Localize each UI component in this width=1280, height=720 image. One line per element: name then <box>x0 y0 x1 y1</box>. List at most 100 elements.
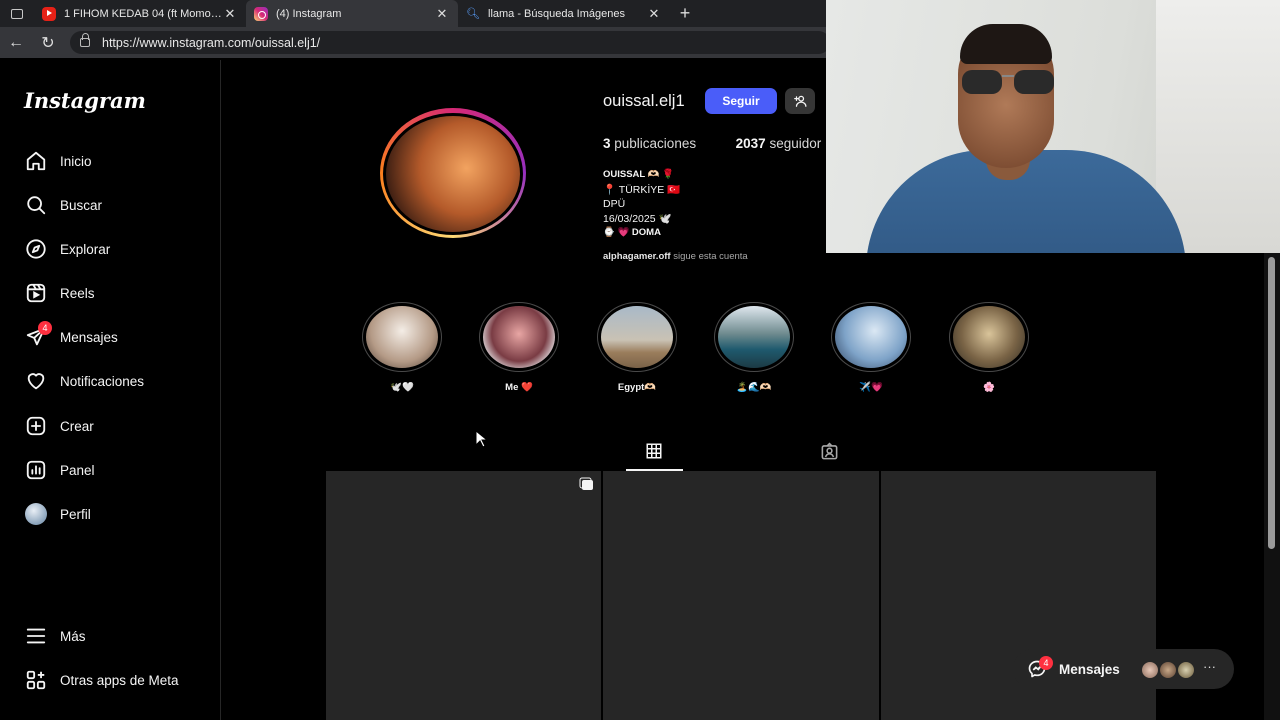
story-highlight[interactable]: 🏝️🌊🫶🏻 <box>714 302 794 393</box>
youtube-icon <box>42 6 56 21</box>
sidebar-item-notificaciones[interactable]: Notificaciones <box>24 365 144 397</box>
plus-square-icon <box>24 414 48 438</box>
avatar <box>1141 661 1159 679</box>
heart-icon <box>24 369 48 393</box>
suggested-users-button[interactable] <box>785 88 815 114</box>
story-highlight[interactable]: Egypt🫶🏻 <box>597 302 677 393</box>
mouse-cursor-icon <box>475 430 487 448</box>
new-tab-button[interactable]: + <box>670 3 700 24</box>
scrollbar-thumb[interactable] <box>1268 257 1275 549</box>
sidebar-item-label: Mensajes <box>60 329 118 345</box>
browser-tab-search[interactable]: 🔍︎ llama - Búsqueda Imágenes ✕ <box>458 0 670 27</box>
tab-title: 1 FIHOM KEDAB 04 (ft Momo Bo <box>64 7 222 20</box>
back-arrow-icon[interactable]: ← <box>0 34 32 52</box>
sidebar-item-otras-apps[interactable]: Otras apps de Meta <box>24 664 179 696</box>
sidebar-item-perfil[interactable]: Perfil <box>24 498 91 530</box>
highlight-label: 🕊️🤍 <box>390 382 414 393</box>
story-highlight[interactable]: Me ❤️ <box>479 302 559 393</box>
posts-label: publicaciones <box>614 136 697 151</box>
reels-icon <box>24 281 48 305</box>
webcam-overlay <box>826 0 1280 253</box>
sidebar: Instagram Inicio Buscar Explorar Reels 4… <box>4 60 221 720</box>
sidebar-item-mensajes[interactable]: 4 Mensajes <box>24 321 118 353</box>
close-tab-icon[interactable]: ✕ <box>646 6 662 22</box>
search-icon: 🔍︎ <box>466 8 480 20</box>
profile-stats: 3 publicaciones 2037 seguidor <box>603 136 821 151</box>
sidebar-item-panel[interactable]: Panel <box>24 454 95 486</box>
instagram-logo[interactable]: Instagram <box>24 88 146 113</box>
story-highlight[interactable]: ✈️💗 <box>831 302 911 393</box>
close-tab-icon[interactable]: ✕ <box>434 6 450 22</box>
bio-line: 16/03/2025 🕊️ <box>603 212 672 225</box>
url-input[interactable]: https://www.instagram.com/ouissal.elj1/ <box>70 31 830 54</box>
story-highlight[interactable]: 🌸 <box>949 302 1029 393</box>
followed-by-text: sigue esta cuenta <box>673 251 748 262</box>
instagram-icon <box>254 6 268 21</box>
browser-tab-instagram[interactable]: (4) Instagram ✕ <box>246 0 458 27</box>
menu-icon <box>24 624 48 648</box>
sidebar-item-label: Otras apps de Meta <box>60 672 179 688</box>
follow-button[interactable]: Seguir <box>705 88 777 114</box>
bio-line: ⌚ 💗 DOMA <box>603 227 661 238</box>
highlight-label: 🌸 <box>983 382 995 393</box>
sidebar-item-label: Más <box>60 628 86 644</box>
post-thumbnail[interactable] <box>603 471 879 720</box>
dashboard-icon <box>24 458 48 482</box>
story-highlight[interactable]: 🕊️🤍 <box>362 302 442 393</box>
followers-count[interactable]: 2037 <box>736 136 766 151</box>
avatar <box>1177 661 1195 679</box>
compass-icon <box>24 237 48 261</box>
notification-badge: 4 <box>38 321 52 335</box>
followed-by[interactable]: alphagamer.off sigue esta cuenta <box>603 251 748 262</box>
sidebar-item-mas[interactable]: Más <box>24 620 86 652</box>
sidebar-item-reels[interactable]: Reels <box>24 277 95 309</box>
browser-tab-youtube[interactable]: 1 FIHOM KEDAB 04 (ft Momo Bo ✕ <box>34 0 246 27</box>
tab-posts[interactable] <box>645 442 663 465</box>
sidebar-item-label: Explorar <box>60 241 111 257</box>
highlight-label: Egypt🫶🏻 <box>617 382 657 393</box>
tab-title: llama - Búsqueda Imágenes <box>488 7 625 20</box>
reload-icon[interactable]: ↻ <box>32 33 64 53</box>
avatar <box>1159 661 1177 679</box>
more-icon[interactable]: ··· <box>1203 659 1216 674</box>
carousel-icon <box>582 480 594 490</box>
tab-tagged[interactable] <box>820 442 839 466</box>
sidebar-item-label: Perfil <box>60 506 91 522</box>
url-text: https://www.instagram.com/ouissal.elj1/ <box>102 35 321 50</box>
sidebar-item-label: Crear <box>60 418 94 434</box>
followers-label[interactable]: seguidor <box>769 136 821 151</box>
profile-bio: OUISSAL 🫶🏻 🌹 📍 TÜRKİYE 🇹🇷 DPÜ 16/03/2025… <box>603 168 680 241</box>
lock-icon <box>80 33 90 47</box>
sidebar-item-label: Reels <box>60 285 95 301</box>
add-user-icon <box>794 95 807 107</box>
home-icon <box>24 149 48 173</box>
sidebar-item-crear[interactable]: Crear <box>24 410 94 442</box>
sidebar-item-label: Panel <box>60 462 95 478</box>
profile-tabs <box>326 430 1156 472</box>
highlight-label: ✈️💗 <box>859 382 883 393</box>
profile-username: ouissal.elj1 <box>603 92 685 110</box>
messages-pill[interactable]: 4 Mensajes ··· <box>1013 649 1234 689</box>
highlight-label: Me ❤️ <box>505 382 533 393</box>
posts-count: 3 <box>603 136 611 151</box>
notification-badge: 4 <box>1039 656 1053 670</box>
profile-avatar[interactable] <box>383 113 523 235</box>
sidebar-item-label: Inicio <box>60 153 92 169</box>
grid-icon <box>646 443 662 459</box>
post-thumbnail[interactable] <box>326 471 602 720</box>
sidebar-item-label: Notificaciones <box>60 373 145 389</box>
close-tab-icon[interactable]: ✕ <box>222 6 238 22</box>
followed-by-user[interactable]: alphagamer.off <box>603 251 671 262</box>
messages-pill-label: Mensajes <box>1059 661 1120 677</box>
sidebar-item-explorar[interactable]: Explorar <box>24 233 110 265</box>
window-menu-icon[interactable] <box>0 0 34 27</box>
page-scrollbar[interactable] <box>1264 253 1280 720</box>
tab-title: (4) Instagram <box>276 7 342 20</box>
tagged-icon <box>821 442 838 460</box>
sidebar-item-inicio[interactable]: Inicio <box>24 145 92 177</box>
sidebar-item-buscar[interactable]: Buscar <box>24 189 102 221</box>
sidebar-item-label: Buscar <box>60 197 103 213</box>
highlight-label: 🏝️🌊🫶🏻 <box>736 382 772 393</box>
bio-line: DPÜ <box>603 198 626 210</box>
messenger-icon: 4 <box>24 321 52 349</box>
